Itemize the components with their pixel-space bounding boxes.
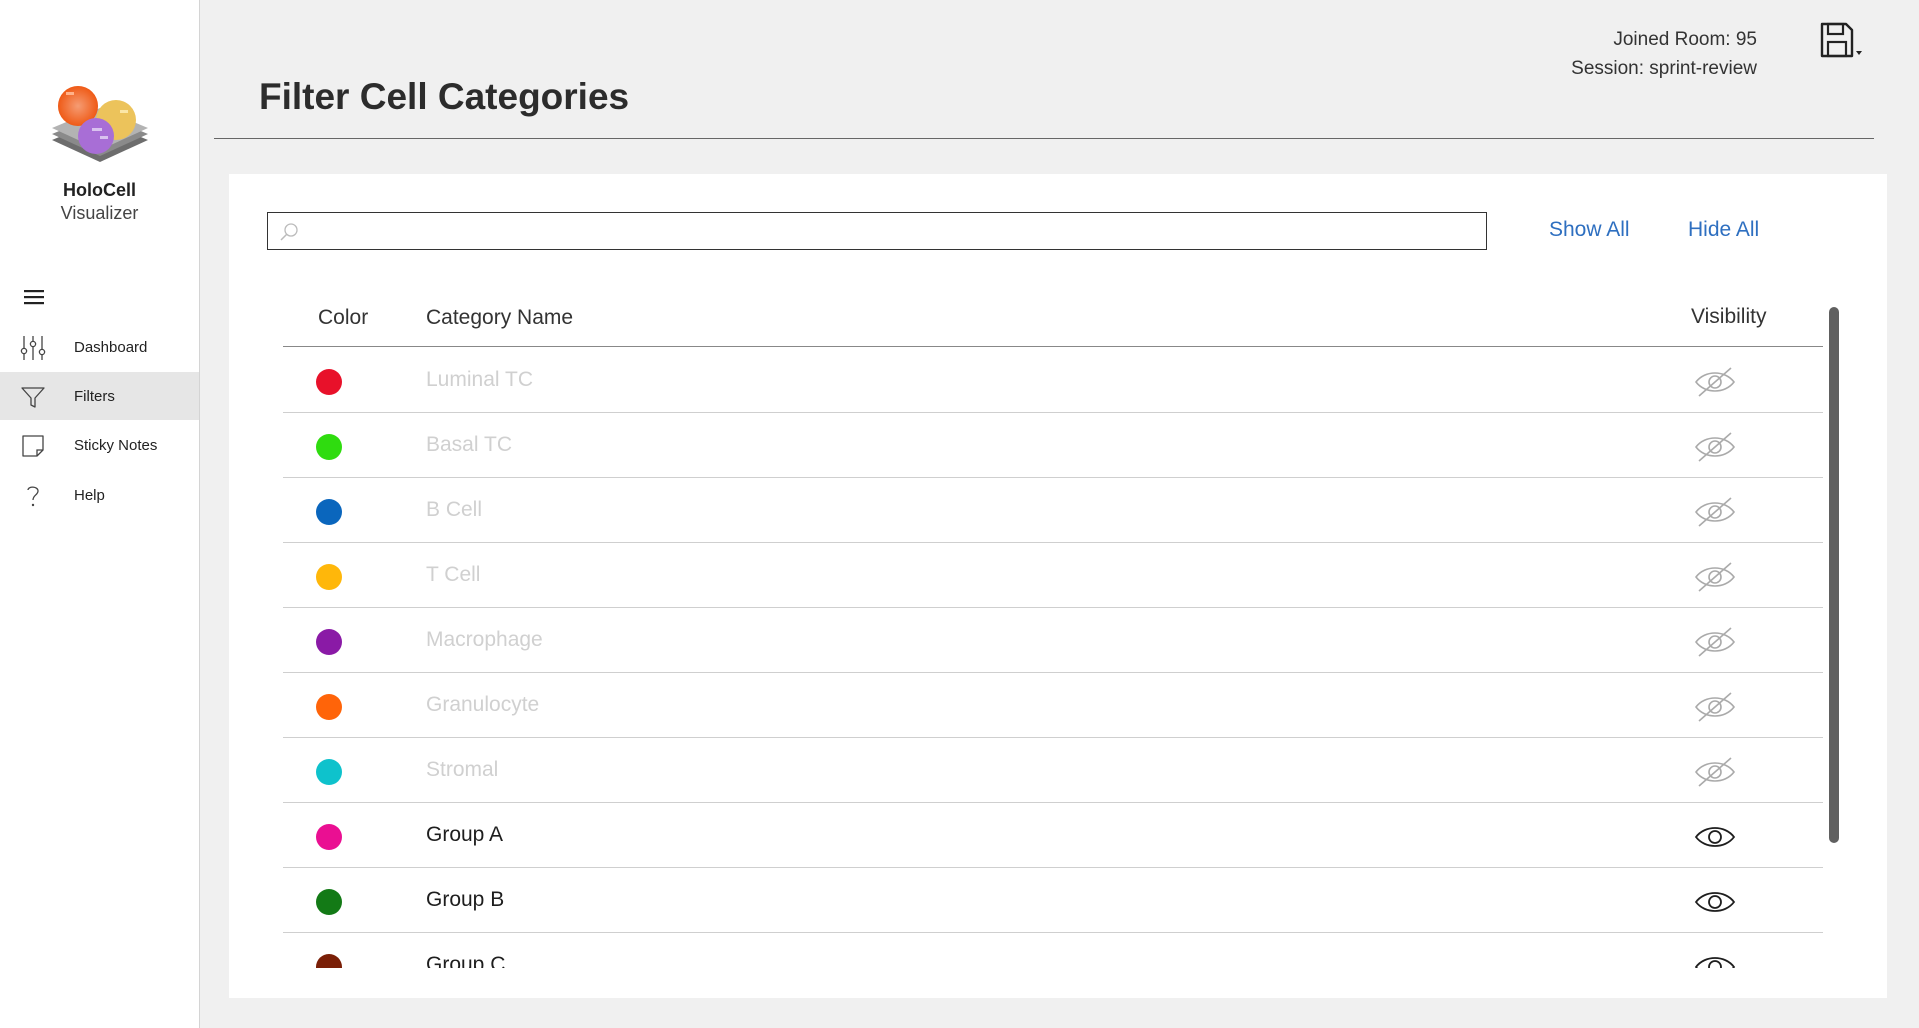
page-title: Filter Cell Categories: [259, 76, 630, 117]
category-color-swatch: [316, 694, 342, 720]
category-name: Granulocyte: [426, 693, 540, 716]
category-name: Group C: [426, 953, 506, 968]
category-name: T Cell: [426, 563, 481, 586]
table-row: Group C: [283, 933, 1823, 968]
sidebar: HoloCell Visualizer Dashboard Filters St…: [0, 0, 200, 1028]
holocell-logo: [52, 86, 148, 162]
eye-off-icon[interactable]: [1693, 755, 1737, 789]
table-row: T Cell: [283, 543, 1823, 608]
question-icon: [27, 486, 39, 507]
sticky-note-icon: [22, 435, 44, 457]
app-subtitle: Visualizer: [60, 203, 139, 223]
app-name: HoloCell: [62, 180, 136, 200]
category-table-body: Luminal TC Basal TC B Cell T Cell Macrophage…: [283, 348, 1823, 968]
category-name: Macrophage: [426, 628, 543, 651]
category-color-swatch: [316, 824, 342, 850]
table-row: Group B: [283, 868, 1823, 933]
search-icon: [280, 223, 298, 241]
category-color-swatch: [316, 434, 342, 460]
hide-all-link[interactable]: Hide All: [1688, 218, 1759, 242]
search-box[interactable]: [267, 212, 1487, 250]
sidebar-item-label: Sticky Notes: [74, 436, 158, 454]
sidebar-item-label: Help: [74, 486, 105, 504]
category-color-swatch: [316, 954, 342, 968]
sidebar-item-sticky-notes[interactable]: Sticky Notes: [0, 421, 199, 469]
show-all-link[interactable]: Show All: [1549, 218, 1630, 242]
sidebar-item-label: Filters: [74, 387, 115, 405]
category-color-swatch: [316, 629, 342, 655]
eye-icon[interactable]: [1693, 885, 1737, 919]
eye-off-icon[interactable]: [1693, 560, 1737, 594]
save-dropdown-button[interactable]: [1820, 22, 1866, 60]
sidebar-item-dashboard[interactable]: Dashboard: [0, 323, 199, 371]
category-name: Stromal: [426, 758, 499, 781]
table-row: Macrophage: [283, 608, 1823, 673]
category-color-swatch: [316, 889, 342, 915]
eye-off-icon[interactable]: [1693, 625, 1737, 659]
room-info: Joined Room: 95: [1613, 29, 1757, 50]
table-row: Stromal: [283, 738, 1823, 803]
eye-icon[interactable]: [1693, 820, 1737, 854]
session-info: Session: sprint-review: [1571, 58, 1757, 79]
column-header-color: Color: [318, 306, 369, 329]
eye-off-icon[interactable]: [1693, 430, 1737, 464]
category-name: Group B: [426, 888, 505, 911]
filter-icon: [21, 387, 45, 408]
category-color-swatch: [316, 759, 342, 785]
table-row: Group A: [283, 803, 1823, 868]
category-name: Luminal TC: [426, 368, 533, 391]
category-color-swatch: [316, 499, 342, 525]
eye-off-icon[interactable]: [1693, 365, 1737, 399]
table-row: Granulocyte: [283, 673, 1823, 738]
sidebar-item-filters[interactable]: Filters: [0, 372, 199, 420]
eye-icon[interactable]: [1693, 950, 1737, 968]
eye-off-icon[interactable]: [1693, 495, 1737, 529]
category-name: Basal TC: [426, 433, 512, 456]
eye-off-icon[interactable]: [1693, 690, 1737, 724]
table-row: Luminal TC: [283, 348, 1823, 413]
filter-panel: Show All Hide All Color Category Name Vi…: [229, 174, 1887, 998]
category-name: B Cell: [426, 498, 483, 521]
category-name: Group A: [426, 823, 504, 846]
category-color-swatch: [316, 369, 342, 395]
table-row: Basal TC: [283, 413, 1823, 478]
hamburger-menu-icon[interactable]: [20, 285, 50, 309]
header-divider: [214, 138, 1874, 139]
column-header-category-name: Category Name: [426, 306, 574, 329]
column-header-visibility: Visibility: [1691, 305, 1767, 328]
table-scrollbar[interactable]: [1829, 307, 1839, 843]
table-header-divider: [283, 346, 1823, 347]
search-input[interactable]: [308, 217, 1472, 247]
table-row: B Cell: [283, 478, 1823, 543]
category-color-swatch: [316, 564, 342, 590]
sliders-icon: [20, 336, 46, 360]
sidebar-item-help[interactable]: Help: [0, 471, 199, 519]
sidebar-item-label: Dashboard: [74, 338, 148, 356]
